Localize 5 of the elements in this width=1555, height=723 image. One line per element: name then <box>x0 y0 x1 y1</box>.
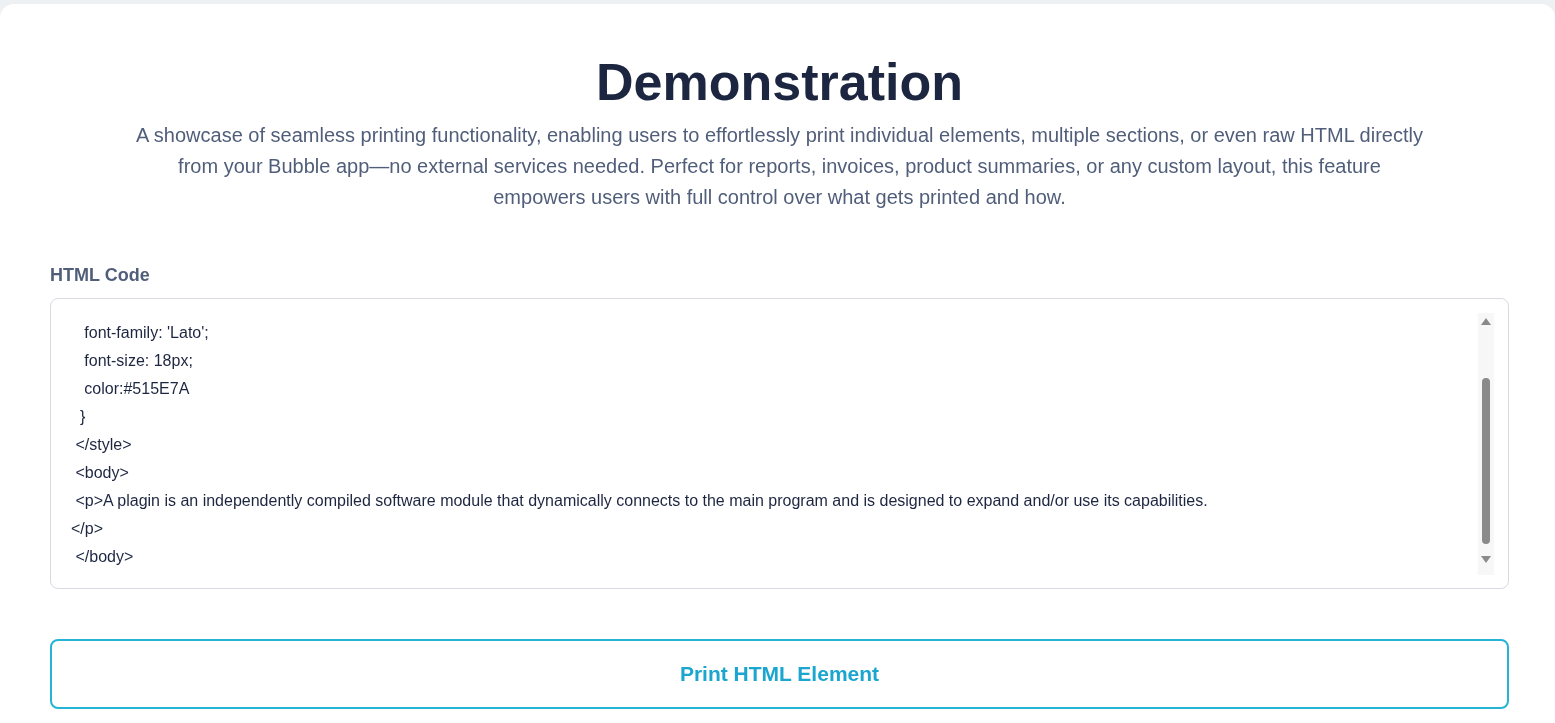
page-title: Demonstration <box>595 52 964 113</box>
field-label: HTML Code <box>50 265 150 286</box>
description: A showcase of seamless printing functionality, enabling users to effortlessly print individual elements, multiple sections, or even raw HTML directly from your Bubble app—no external services needed. Perfect for reports, invoices, product summaries, or any custom layout, this feature empowers users with full control over what gets printed and how. <box>135 123 1424 210</box>
scrollbar-drawing[interactable] <box>1478 313 1494 575</box>
code-field[interactable]: font-family: 'Lato'; font-size: 18px; color:#515E7A } </style> <body> <p>A plagin is an independently compiled software module that dynamically connects to the main program and is designed to expand and/or use its capabilities. </p> </body> <box>50 298 1509 589</box>
